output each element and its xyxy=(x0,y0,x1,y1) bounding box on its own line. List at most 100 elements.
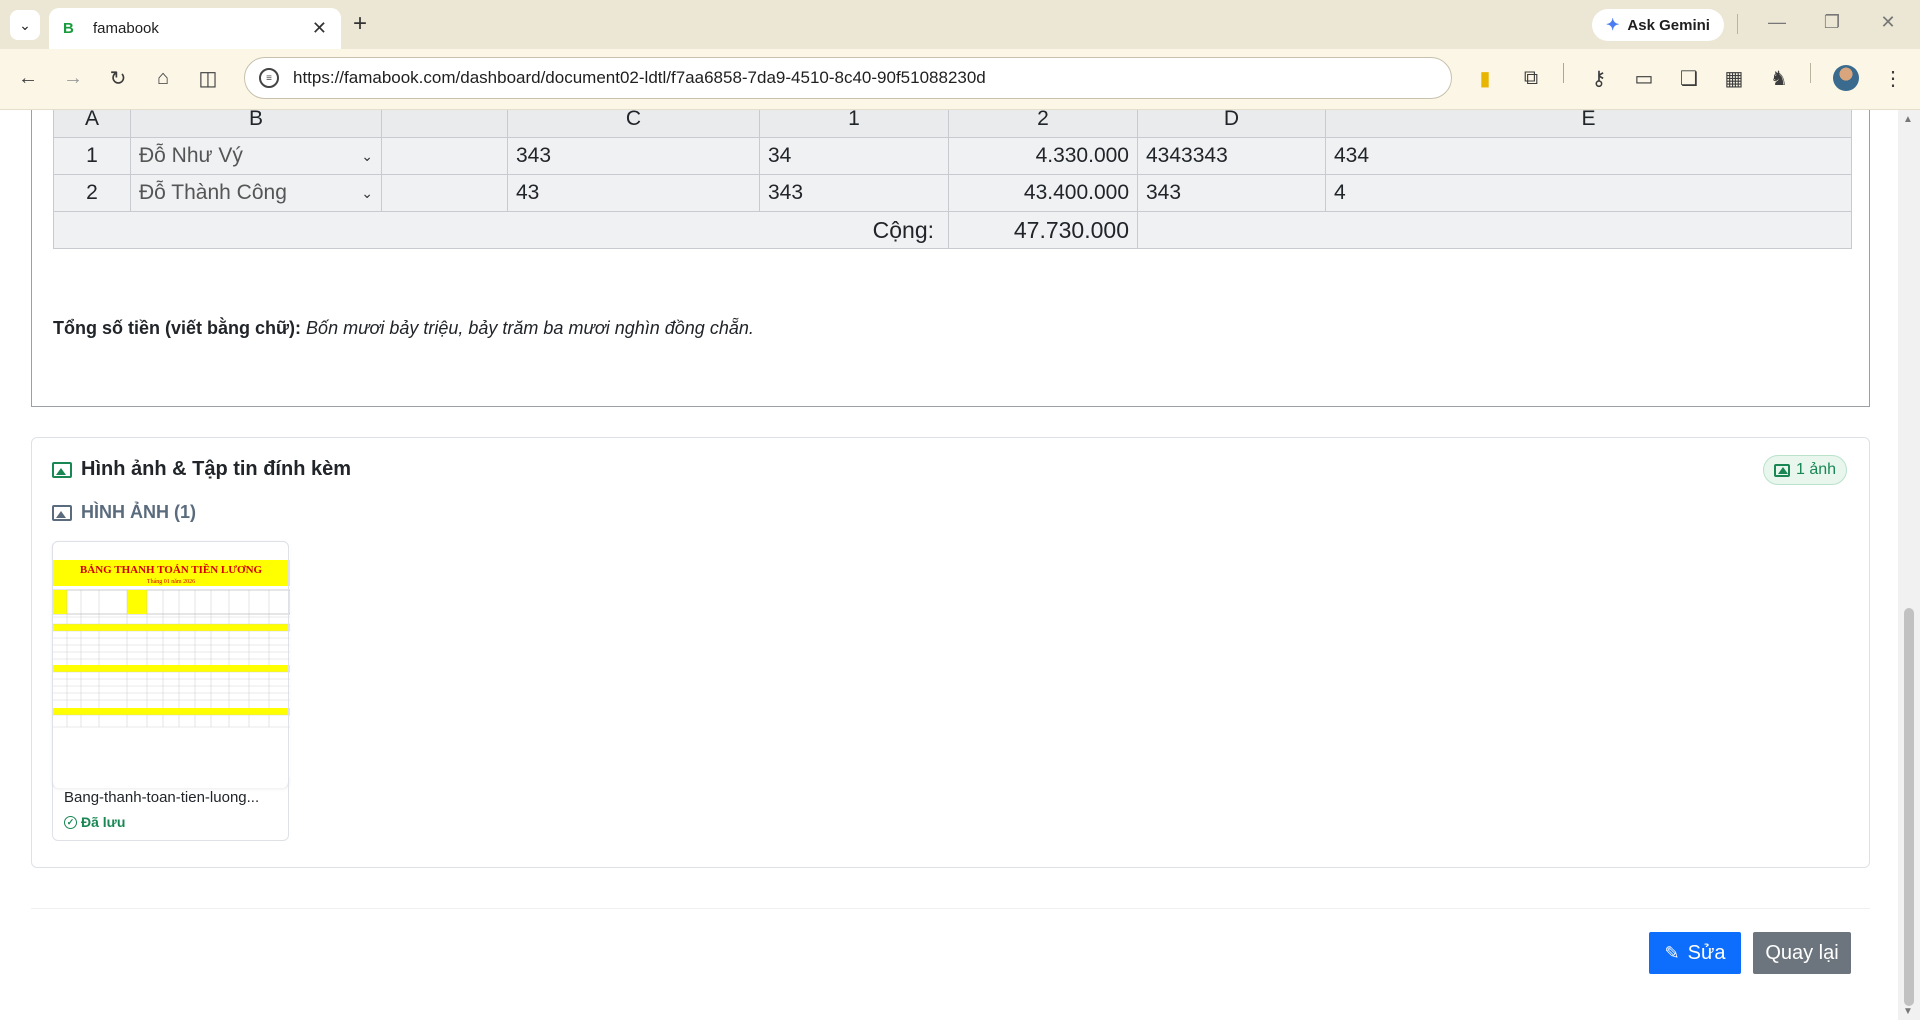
cell-c[interactable]: 43 xyxy=(507,174,760,212)
total-blank xyxy=(1137,211,1852,249)
image-icon xyxy=(52,461,72,478)
page-scrollbar[interactable]: ▲ ▼ xyxy=(1898,110,1920,1020)
gemini-sparkle-icon: ✦ xyxy=(1606,17,1620,34)
back-arrow-icon[interactable]: ← xyxy=(15,65,41,91)
col-header-2: 2 xyxy=(948,110,1138,138)
cell-d[interactable]: 343 xyxy=(1137,174,1326,212)
image-icon xyxy=(1774,463,1790,477)
cell-blank xyxy=(381,137,508,175)
total-label: Cộng: xyxy=(53,211,949,249)
amount-in-words-value: Bốn mươi bảy triệu, bảy trăm ba mươi ngh… xyxy=(306,318,754,338)
ask-gemini-button[interactable]: ✦ Ask Gemini xyxy=(1592,9,1724,41)
scrollbar-thumb[interactable] xyxy=(1904,608,1914,1006)
menu-kebab-icon[interactable]: ⋮ xyxy=(1880,65,1906,91)
images-subtitle-text: HÌNH ẢNH (1) xyxy=(81,502,196,522)
table-icon[interactable]: ▦ xyxy=(1721,65,1747,91)
edit-button-label: Sửa xyxy=(1687,941,1726,964)
employee-select[interactable]: Đỗ Thành Công ⌄ xyxy=(130,174,382,212)
amount-in-words-label: Tổng số tiền (viết bằng chữ): xyxy=(53,318,302,338)
tab-list-chevron-icon[interactable]: ⌄ xyxy=(10,10,40,40)
reading-list-icon[interactable]: ❏ xyxy=(1676,65,1702,91)
thumb-subheading: Tháng 01 năm 2026 xyxy=(147,579,195,585)
cell-1[interactable]: 34 xyxy=(759,137,949,175)
scroll-down-icon[interactable]: ▼ xyxy=(1903,1006,1913,1017)
forward-arrow-icon[interactable]: → xyxy=(60,65,86,91)
restore-icon[interactable]: ❐ xyxy=(1820,12,1844,33)
col-header-e: E xyxy=(1325,110,1852,138)
table-row: 2 Đỗ Thành Công ⌄ 43 343 43.400.000 343 4 xyxy=(53,174,1852,212)
col-header-1: 1 xyxy=(759,110,949,138)
cell-a: 1 xyxy=(53,137,131,175)
total-value: 47.730.000 xyxy=(948,211,1138,249)
cell-2: 43.400.000 xyxy=(948,174,1138,212)
page-content: A B C 1 2 D E 1 Đỗ Như Vý ⌄ 343 34 4.330.… xyxy=(0,110,1898,1020)
divider xyxy=(1563,63,1564,83)
employee-name: Đỗ Thành Công xyxy=(139,181,287,204)
favicon-icon: B xyxy=(63,19,74,37)
col-header-d: D xyxy=(1137,110,1326,138)
edit-button[interactable]: ✎ Sửa xyxy=(1649,932,1741,974)
back-button[interactable]: Quay lại xyxy=(1753,932,1851,974)
minimize-icon[interactable]: — xyxy=(1765,12,1789,33)
image-thumbnail-card[interactable]: BẢNG THANH TOÁN TIỀN LƯƠNG Tháng 01 năm … xyxy=(52,541,290,830)
scroll-up-icon[interactable]: ▲ xyxy=(1903,114,1913,125)
password-key-icon[interactable]: ⚷ xyxy=(1586,65,1612,91)
table-header-row: A B C 1 2 D E xyxy=(53,110,1852,138)
browser-tab[interactable]: B famabook ✕ xyxy=(49,8,341,49)
address-bar[interactable]: ≡ https://famabook.com/dashboard/documen… xyxy=(244,57,1452,99)
cell-1[interactable]: 343 xyxy=(759,174,949,212)
extensions-puzzle-icon[interactable]: ⧉ xyxy=(1518,65,1544,91)
cell-c[interactable]: 343 xyxy=(507,137,760,175)
total-row: Cộng: 47.730.000 xyxy=(53,211,1852,249)
chevron-down-icon: ⌄ xyxy=(361,184,373,201)
col-header-b: B xyxy=(130,110,382,138)
document-card: A B C 1 2 D E 1 Đỗ Như Vý ⌄ 343 34 4.330.… xyxy=(31,110,1870,407)
site-info-icon[interactable]: ≡ xyxy=(259,68,279,88)
cell-2: 4.330.000 xyxy=(948,137,1138,175)
image-count-text: 1 ảnh xyxy=(1796,461,1837,478)
col-header-a: A xyxy=(53,110,131,138)
browser-toolbar: ← → ↻ ⌂ ◫ ≡ https://famabook.com/dashboa… xyxy=(0,49,1920,110)
images-subtitle: HÌNH ẢNH (1) xyxy=(52,502,196,523)
payment-card-icon[interactable]: ▭ xyxy=(1631,65,1657,91)
reload-icon[interactable]: ↻ xyxy=(105,65,131,91)
cell-e[interactable]: 4 xyxy=(1325,174,1852,212)
cell-a: 2 xyxy=(53,174,131,212)
url-text[interactable]: https://famabook.com/dashboard/document0… xyxy=(293,68,986,88)
split-view-icon[interactable]: ◫ xyxy=(195,65,221,91)
attachments-card: Hình ảnh & Tập tin đính kèm 1 ảnh HÌNH Ả… xyxy=(31,437,1870,868)
attachments-title: Hình ảnh & Tập tin đính kèm xyxy=(52,458,351,481)
saved-status-text: Đã lưu xyxy=(81,814,126,830)
form-actions-bar: ✎ Sửa Quay lại xyxy=(31,908,1870,1020)
home-icon[interactable]: ⌂ xyxy=(150,65,176,91)
col-header-c: C xyxy=(507,110,760,138)
close-tab-icon[interactable]: ✕ xyxy=(312,18,327,39)
table-row: 1 Đỗ Như Vý ⌄ 343 34 4.330.000 4343343 43… xyxy=(53,137,1852,175)
image-icon xyxy=(52,504,72,521)
browser-tab-bar: ⌄ B famabook ✕ + ✦ Ask Gemini — ❐ ✕ xyxy=(0,0,1920,49)
employee-select[interactable]: Đỗ Như Vý ⌄ xyxy=(130,137,382,175)
new-tab-icon[interactable]: + xyxy=(353,12,367,36)
bookmark-extension-icon[interactable]: ▮ xyxy=(1472,65,1498,91)
divider xyxy=(1737,14,1738,34)
incognito-icon[interactable]: ♞ xyxy=(1766,65,1792,91)
ask-gemini-label: Ask Gemini xyxy=(1627,16,1710,34)
saved-status: ✓ Đã lưu xyxy=(64,814,125,830)
amount-in-words: Tổng số tiền (viết bằng chữ): Bốn mươi b… xyxy=(53,318,754,339)
spreadsheet-thumbnail[interactable]: BẢNG THANH TOÁN TIỀN LƯƠNG Tháng 01 năm … xyxy=(53,542,290,777)
cell-d[interactable]: 4343343 xyxy=(1137,137,1326,175)
cell-e[interactable]: 434 xyxy=(1325,137,1852,175)
pencil-icon: ✎ xyxy=(1664,942,1680,963)
attachment-file-name[interactable]: Bang-thanh-toan-tien-luong... xyxy=(64,789,284,806)
image-count-badge: 1 ảnh xyxy=(1763,455,1848,485)
chevron-down-icon: ⌄ xyxy=(361,147,373,164)
divider xyxy=(1810,63,1811,83)
salary-table: A B C 1 2 D E 1 Đỗ Như Vý ⌄ 343 34 4.330.… xyxy=(53,110,1852,249)
back-button-label: Quay lại xyxy=(1765,941,1839,964)
tab-title: famabook xyxy=(93,20,159,37)
profile-avatar[interactable] xyxy=(1833,65,1859,91)
attachments-title-text: Hình ảnh & Tập tin đính kèm xyxy=(81,458,351,480)
thumb-heading: BẢNG THANH TOÁN TIỀN LƯƠNG xyxy=(80,563,263,576)
close-window-icon[interactable]: ✕ xyxy=(1876,12,1900,33)
cell-blank xyxy=(381,174,508,212)
